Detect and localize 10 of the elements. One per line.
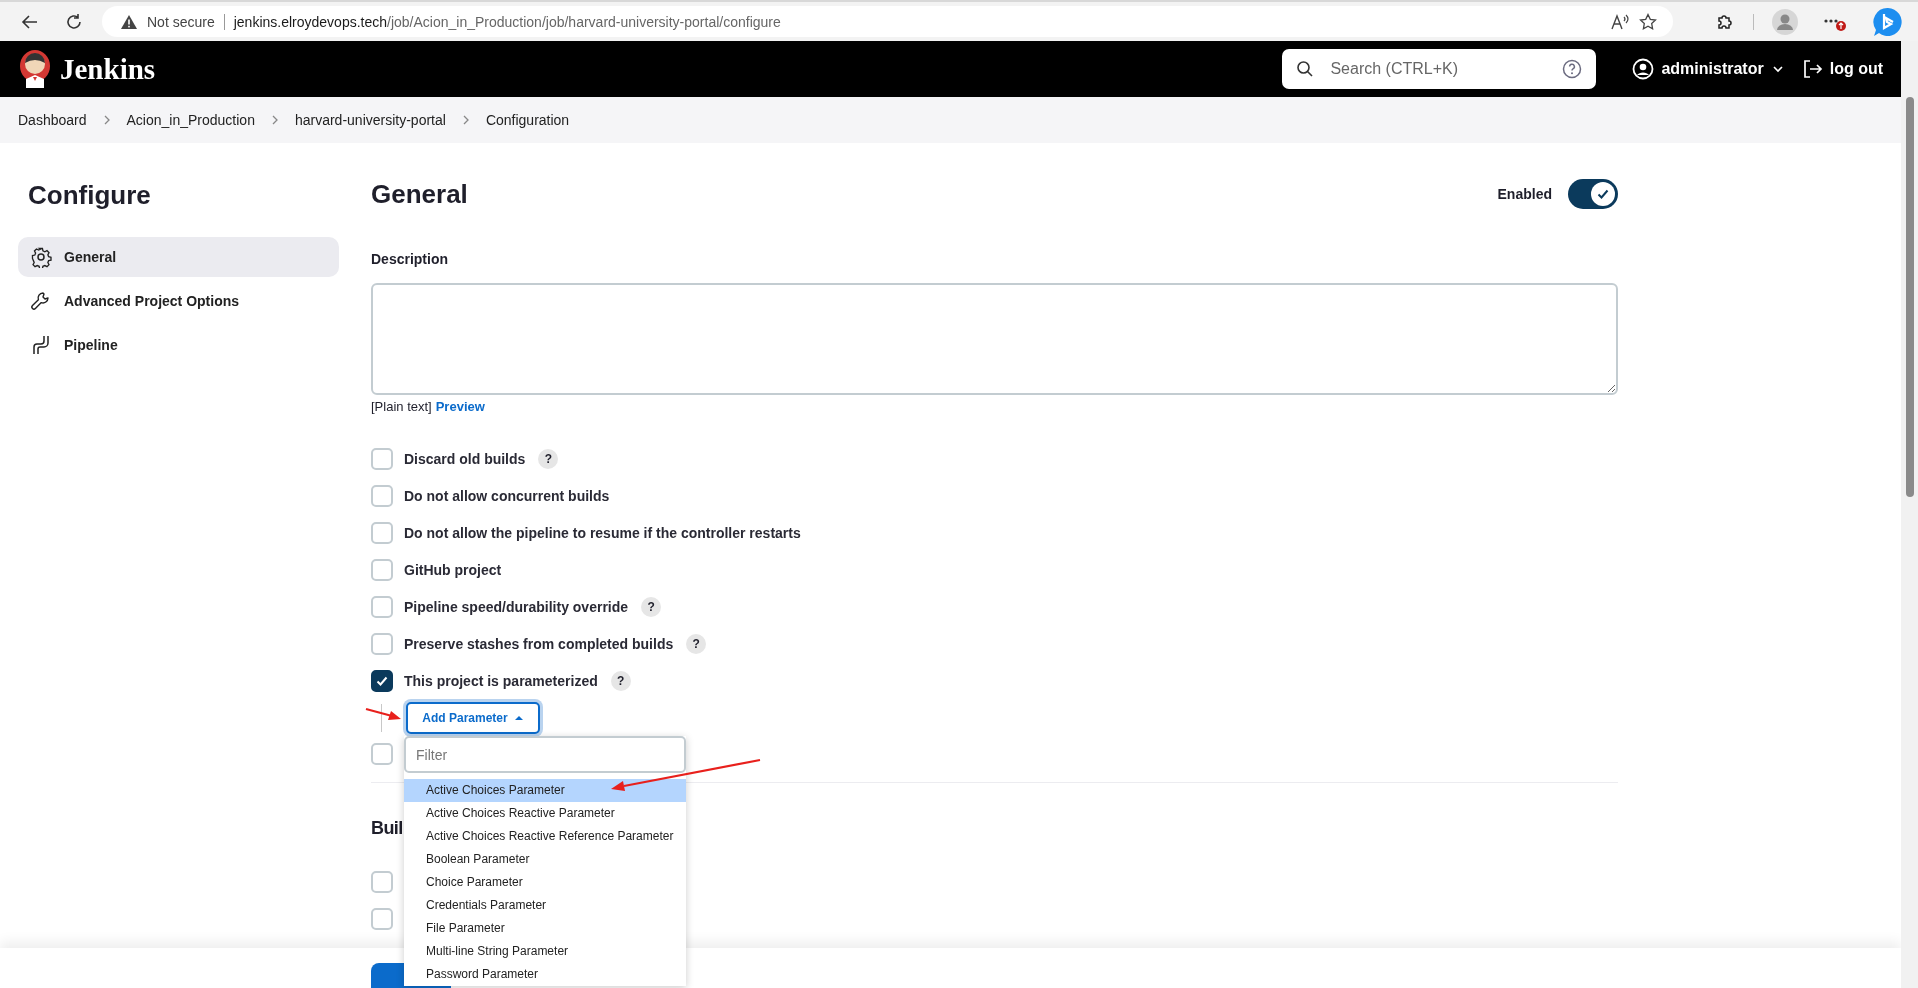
section-title: General bbox=[371, 178, 468, 210]
section-title: Buil bbox=[371, 817, 401, 840]
format-note: [Plain text] bbox=[371, 398, 432, 416]
field-label: Description bbox=[371, 250, 449, 269]
security-label: Not secure bbox=[147, 13, 215, 30]
enabled-label: Enabled bbox=[1497, 186, 1552, 202]
sidebar-title: Configure bbox=[28, 179, 152, 211]
user-name: administrator bbox=[1661, 60, 1764, 78]
logout-label: log out bbox=[1829, 60, 1883, 78]
address-url: jenkins.elroydevops.tech/job/Acion_in_Production/job/harvard-university-portal/configure bbox=[233, 13, 781, 30]
